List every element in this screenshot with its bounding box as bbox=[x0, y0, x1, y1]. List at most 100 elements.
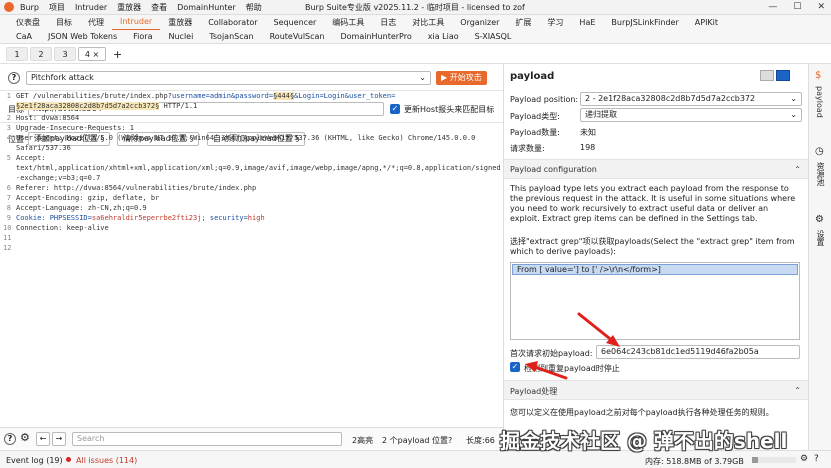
menu-bar: Burp 项目 Intruder 重放器 查看 DomainHunter 帮助 bbox=[20, 0, 262, 15]
start-attack-button[interactable]: ▶ 开始攻击 bbox=[436, 71, 487, 85]
line-number: 11 bbox=[3, 234, 12, 242]
cookie-key: Cookie: PHPSESSID= bbox=[16, 214, 92, 222]
help-icon[interactable]: ? bbox=[8, 72, 20, 84]
watermark: 掘金技术社区 @ 弹不出的shell bbox=[500, 429, 788, 453]
tab-collaborator[interactable]: Collaborator bbox=[200, 15, 265, 30]
help-icon[interactable]: ? bbox=[4, 433, 16, 445]
request-line-5-wrap2: -exchange;v=b3;q=0.7 bbox=[16, 174, 101, 182]
attack-tab-3[interactable]: 3 bbox=[54, 47, 76, 61]
length-value: 长度:66 bbox=[466, 436, 495, 445]
update-host-label: 更新Host报头来匹配目标 bbox=[404, 105, 495, 114]
update-host-checkbox[interactable]: ✓ bbox=[390, 104, 400, 114]
tab-hae[interactable]: HaE bbox=[571, 15, 603, 30]
request-line-5-wrap: text/html,application/xhtml+xml,applicat… bbox=[16, 164, 501, 172]
cookie-value: sa6ehraldir5eperrbe2fti23j bbox=[91, 214, 202, 222]
tab-extensions[interactable]: 扩展 bbox=[507, 15, 539, 30]
menu-project[interactable]: 项目 bbox=[49, 2, 65, 13]
cookie-key: ; security= bbox=[201, 214, 248, 222]
highlights-count: 2高亮 bbox=[352, 436, 374, 445]
side-tab-payload[interactable]: payload bbox=[815, 86, 824, 118]
title-bar: Burp 项目 Intruder 重放器 查看 DomainHunter 帮助 … bbox=[0, 0, 831, 15]
tab-fiora[interactable]: Fiora bbox=[125, 32, 160, 41]
search-input[interactable]: Search bbox=[72, 432, 342, 446]
tab-logger[interactable]: 日志 bbox=[372, 15, 404, 30]
tab-apikit[interactable]: APIKit bbox=[687, 15, 726, 30]
request-line-7: Accept-Encoding: gzip, deflate, br bbox=[16, 194, 160, 202]
menu-repeater[interactable]: 重放器 bbox=[117, 2, 141, 13]
tab-intruder[interactable]: Intruder bbox=[112, 14, 161, 31]
event-log[interactable]: Event log (19) bbox=[6, 456, 63, 465]
divider bbox=[0, 122, 503, 123]
tab-sequencer[interactable]: Sequencer bbox=[266, 15, 325, 30]
close-icon[interactable]: ✕ bbox=[817, 2, 825, 12]
payload-icon[interactable]: $ bbox=[815, 70, 821, 81]
request-line-8: Accept-Language: zh-CN,zh;q=0.9 bbox=[16, 204, 147, 212]
tab-burpjslinkfinder[interactable]: BurpJSLinkFinder bbox=[603, 15, 686, 30]
annotation-arrows bbox=[525, 312, 620, 380]
line-number: 4 bbox=[6, 134, 11, 142]
forward-button[interactable]: → bbox=[52, 432, 66, 446]
tab-dashboard[interactable]: 仪表盘 bbox=[8, 15, 48, 30]
line-number: 5 bbox=[6, 154, 11, 162]
editor-bottom-bar: ? ⚙ ← → Search 2高亮 2 个payload 位置? 长度:66 bbox=[0, 427, 503, 449]
request-protocol: HTTP/1.1 bbox=[159, 102, 198, 110]
line-number: 2 bbox=[6, 114, 11, 122]
tab-s-xiasql[interactable]: S-XIASQL bbox=[467, 32, 520, 41]
maximize-icon[interactable]: ☐ bbox=[793, 2, 801, 12]
tab-tsojanscan[interactable]: TsojanScan bbox=[201, 32, 261, 41]
tab-proxy[interactable]: 代理 bbox=[80, 15, 112, 30]
menu-intruder[interactable]: Intruder bbox=[75, 3, 107, 12]
all-issues[interactable]: All issues (114) bbox=[76, 456, 137, 465]
minimize-icon[interactable]: — bbox=[768, 2, 777, 12]
tab-caa[interactable]: CaA bbox=[8, 32, 40, 41]
divider bbox=[0, 90, 503, 91]
tab-comparer[interactable]: 对比工具 bbox=[404, 15, 452, 30]
payload-marker: §2e1f28aca32808c2d8b7d5d7a2ccb372§ bbox=[16, 102, 160, 110]
request-line-1: GET /vulnerabilities/brute/index.php?use… bbox=[16, 92, 395, 100]
tab-organizer[interactable]: Organizer bbox=[452, 15, 507, 30]
tab-decoder[interactable]: 编码工具 bbox=[324, 15, 372, 30]
attack-tab-2[interactable]: 2 bbox=[30, 47, 52, 61]
request-line-2: Host: dvwa:8564 bbox=[16, 114, 80, 122]
menu-domainhunter[interactable]: DomainHunter bbox=[177, 3, 236, 12]
line-number: 10 bbox=[3, 224, 12, 232]
payload-panel: payload Payload position: 2 - 2e1f28aca3… bbox=[503, 64, 809, 450]
line-number: 9 bbox=[6, 214, 11, 222]
settings-icon[interactable]: ⚙ bbox=[800, 454, 808, 464]
menu-burp[interactable]: Burp bbox=[20, 3, 39, 12]
attack-type-select[interactable]: Pitchfork attack ⌄ bbox=[26, 71, 431, 85]
tab-learn[interactable]: 学习 bbox=[539, 15, 571, 30]
request-param: username=admin&password= bbox=[171, 92, 274, 100]
line-number: 1 bbox=[6, 92, 11, 100]
add-tab-icon[interactable]: + bbox=[108, 48, 127, 61]
back-button[interactable]: ← bbox=[36, 432, 50, 446]
tab-json-web-tokens[interactable]: JSON Web Tokens bbox=[40, 32, 125, 41]
line-number: 8 bbox=[6, 204, 11, 212]
attack-tab-4[interactable]: 4 × bbox=[78, 47, 106, 61]
side-tab-settings[interactable]: 设置 bbox=[815, 230, 826, 246]
memory-bar-fill bbox=[752, 457, 758, 463]
help-circle-icon[interactable]: ? bbox=[814, 454, 819, 464]
memory-usage: 内存: 518.8MB of 3.79GB bbox=[645, 457, 744, 466]
extension-tabs: CaA JSON Web Tokens Fiora Nuclei TsojanS… bbox=[0, 30, 831, 44]
menu-help[interactable]: 帮助 bbox=[246, 2, 262, 13]
attack-tab-1[interactable]: 1 bbox=[6, 47, 28, 61]
attack-type-value: Pitchfork attack bbox=[31, 73, 94, 82]
burp-logo-icon bbox=[4, 2, 14, 12]
line-number: 3 bbox=[6, 124, 11, 132]
tab-target[interactable]: 目标 bbox=[48, 15, 80, 30]
arrow-to-stop-checkbox bbox=[525, 361, 568, 380]
tab-routevulscan[interactable]: RouteVulScan bbox=[262, 32, 333, 41]
settings-icon[interactable]: ⚙ bbox=[20, 431, 30, 444]
tab-xia-liao[interactable]: xia Liao bbox=[420, 32, 467, 41]
settings-icon[interactable]: ⚙ bbox=[815, 214, 824, 225]
tab-nuclei[interactable]: Nuclei bbox=[160, 32, 201, 41]
menu-view[interactable]: 查看 bbox=[151, 2, 167, 13]
tab-domainhunterpro[interactable]: DomainHunterPro bbox=[333, 32, 420, 41]
tab-repeater[interactable]: 重放器 bbox=[160, 15, 200, 30]
side-tab-resource-pool[interactable]: 资源池 bbox=[815, 162, 826, 186]
resource-pool-icon[interactable]: ◷ bbox=[815, 146, 824, 157]
line-number: 12 bbox=[3, 244, 12, 252]
cookie-value: high bbox=[247, 214, 265, 222]
memory-bar bbox=[752, 457, 796, 463]
